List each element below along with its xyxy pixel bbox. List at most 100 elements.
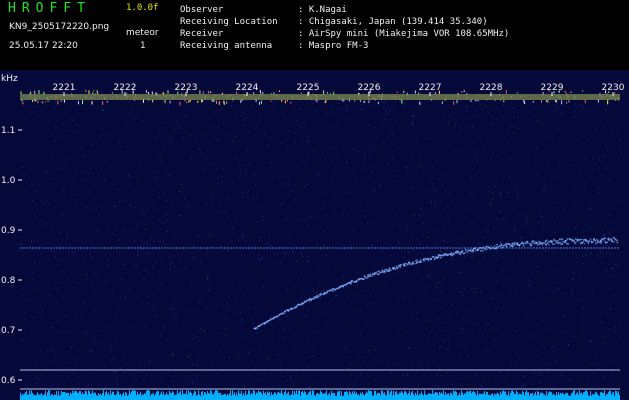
- echo-point: [474, 247, 477, 249]
- noise-speck: [205, 385, 207, 387]
- noise-speck: [235, 335, 237, 337]
- noise-speck: [440, 308, 442, 310]
- noise-speck: [240, 291, 242, 293]
- noise-speck: [457, 107, 459, 108]
- noise-speck: [255, 311, 257, 313]
- band-bar: [67, 392, 68, 400]
- echo-point: [514, 242, 516, 244]
- noise-speck: [425, 194, 427, 196]
- noise-speck: [232, 227, 234, 229]
- noise-speck: [183, 250, 185, 252]
- noise-speck: [514, 288, 516, 290]
- noise-speck: [35, 206, 37, 208]
- noise-speck: [355, 309, 356, 311]
- noise-speck: [137, 250, 139, 252]
- noise-speck: [99, 122, 100, 124]
- noise-speck: [258, 239, 260, 241]
- noise-speck: [286, 218, 287, 220]
- band-bar: [566, 393, 567, 400]
- band-bar: [456, 391, 457, 400]
- band-bar: [97, 396, 98, 400]
- noise-speck: [125, 146, 127, 148]
- noise-speck: [58, 330, 60, 332]
- band-bar: [320, 390, 321, 400]
- noise-speck: [316, 210, 318, 212]
- band-bar: [63, 392, 64, 400]
- noise-speck: [405, 167, 407, 168]
- band-bar: [145, 393, 146, 400]
- noise-speck: [105, 340, 107, 342]
- noise-speck: [606, 252, 608, 254]
- echo-point: [356, 280, 358, 282]
- noise-speck: [484, 104, 486, 106]
- noise-speck: [484, 237, 486, 239]
- noise-speck: [367, 290, 369, 292]
- noise-speck: [213, 113, 215, 115]
- noise-speck: [602, 235, 604, 237]
- noise-speck: [439, 221, 441, 223]
- band-bar: [162, 394, 163, 400]
- noise-speck: [239, 169, 241, 171]
- noise-speck: [135, 221, 137, 223]
- band-bar: [479, 393, 480, 400]
- noise-speck: [306, 184, 308, 185]
- noise-speck: [530, 104, 532, 106]
- noise-speck: [534, 372, 536, 374]
- noise-speck: [23, 320, 25, 322]
- echo-point: [585, 239, 587, 241]
- noise-speck: [338, 113, 340, 115]
- band-bar: [541, 392, 542, 400]
- noise-speck: [342, 383, 344, 385]
- noise-speck: [315, 111, 317, 113]
- noise-speck: [283, 328, 285, 330]
- noise-speck: [148, 252, 150, 254]
- noise-speck: [524, 383, 526, 385]
- noise-speck: [493, 287, 495, 289]
- band-bar: [246, 394, 247, 400]
- meta-value-receiver: : AirSpy mini (Miakejima VOR 108.65MHz): [298, 29, 510, 39]
- noise-speck: [353, 229, 355, 231]
- noise-speck: [525, 314, 527, 315]
- noise-speck: [488, 268, 490, 269]
- echo-point: [342, 285, 344, 288]
- band-bar: [587, 391, 588, 400]
- noise-speck: [162, 101, 164, 102]
- noise-speck: [169, 268, 171, 270]
- noise-speck: [149, 258, 151, 260]
- noise-speck: [244, 155, 245, 157]
- noise-speck: [159, 241, 161, 243]
- noise-speck: [477, 272, 479, 274]
- noise-speck: [514, 235, 516, 237]
- noise-speck: [62, 169, 64, 171]
- band-bar: [370, 391, 371, 400]
- noise-speck: [304, 186, 305, 188]
- echo-point: [552, 243, 554, 246]
- noise-speck: [253, 179, 255, 181]
- noise-speck: [116, 383, 118, 385]
- noise-speck: [247, 309, 249, 311]
- noise-speck: [552, 287, 554, 289]
- noise-speck: [420, 165, 422, 167]
- band-speck: [323, 90, 325, 95]
- noise-speck: [333, 213, 335, 215]
- noise-speck: [38, 191, 40, 193]
- noise-speck: [81, 251, 83, 253]
- noise-speck: [183, 185, 185, 187]
- noise-speck: [246, 192, 248, 194]
- noise-speck: [611, 268, 613, 270]
- noise-speck: [24, 291, 26, 293]
- noise-speck: [287, 293, 289, 295]
- noise-speck: [572, 252, 574, 254]
- noise-speck: [474, 115, 476, 117]
- echo-point: [267, 321, 269, 323]
- noise-speck: [409, 274, 411, 276]
- band-bar: [287, 392, 288, 400]
- noise-speck: [432, 299, 434, 300]
- noise-speck: [227, 225, 229, 227]
- noise-speck: [104, 179, 106, 181]
- noise-speck: [221, 108, 223, 110]
- noise-speck: [580, 279, 582, 281]
- echo-point: [256, 326, 259, 328]
- band-bar: [447, 393, 448, 400]
- noise-speck: [256, 205, 258, 207]
